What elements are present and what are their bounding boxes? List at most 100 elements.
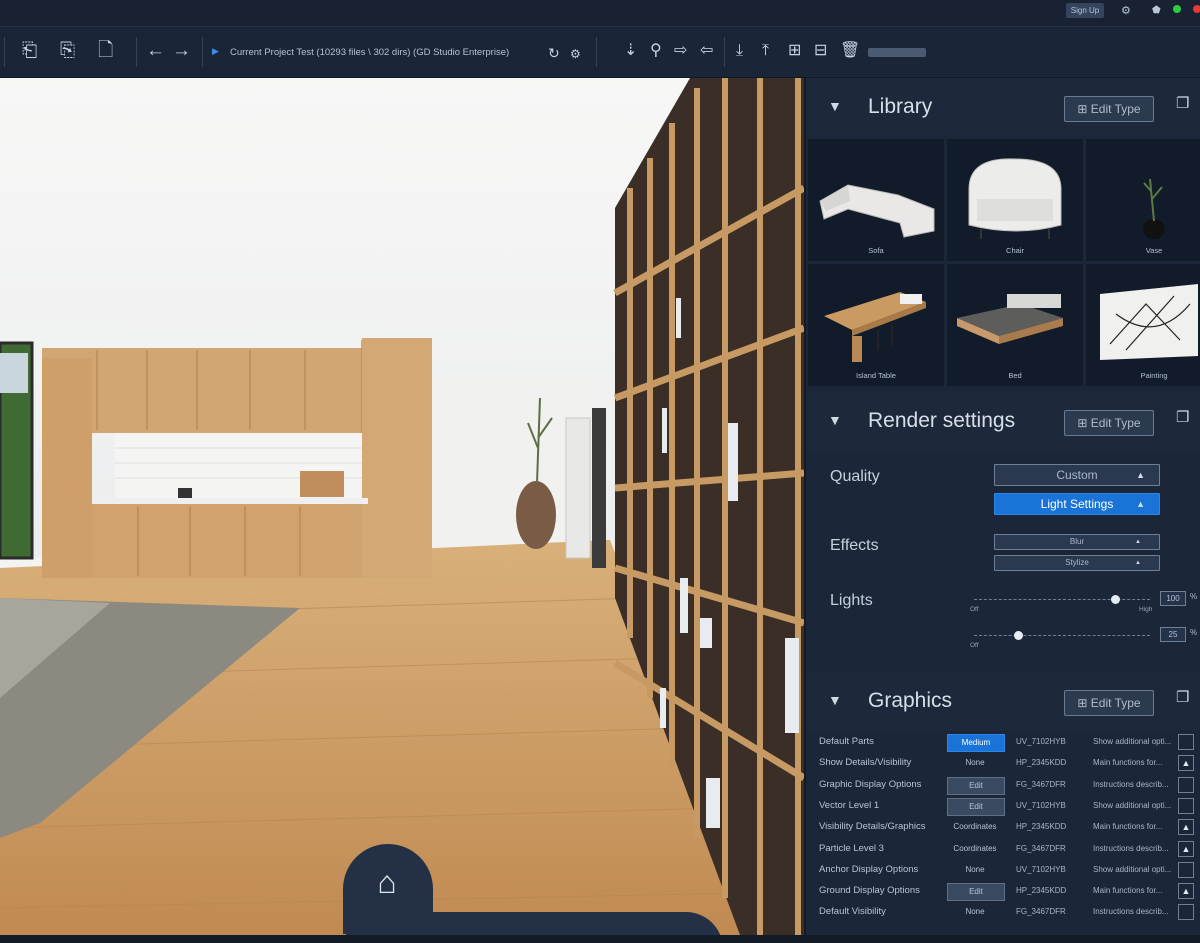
light-slider-2-track[interactable] xyxy=(974,635,1150,637)
maximize-dot[interactable] xyxy=(1173,5,1181,13)
filter-icon[interactable]: ⏷ xyxy=(535,928,579,935)
graphics-row[interactable]: Graphic Display Options Edit FG_3467DFR Ins… xyxy=(806,775,1200,796)
graphics-row[interactable]: Particle Level 3 Coordinates FG_3467DFR Ins… xyxy=(806,839,1200,860)
light-slider-1-value[interactable]: 100 xyxy=(1160,591,1186,606)
library-header[interactable]: ▼ Library ⊞ Edit Type ❐ xyxy=(806,78,1200,136)
trash-icon[interactable]: 🗑 xyxy=(840,39,860,63)
upload-tray-icon[interactable]: ⤒ xyxy=(762,39,769,63)
percent-shapes-icon[interactable]: % xyxy=(477,928,521,935)
row-value-button[interactable]: None xyxy=(947,755,1003,771)
node-graph-icon[interactable]: ⚯ xyxy=(365,928,409,935)
quality-dropdown[interactable]: Custom ▲ xyxy=(994,464,1160,486)
window-icon[interactable]: ❐ xyxy=(1176,408,1189,426)
light-slider-2-knob[interactable] xyxy=(1014,631,1023,640)
close-dot[interactable] xyxy=(1193,5,1200,13)
refresh-icon[interactable]: ↻ xyxy=(548,41,560,65)
row-code: UV_7102HYB xyxy=(1016,800,1066,810)
item-caption: Vase xyxy=(1145,246,1163,255)
settings-icon[interactable]: ⚙ xyxy=(570,42,581,66)
gear-icon[interactable]: ⚙ xyxy=(1121,4,1131,17)
row-value-button[interactable]: Medium xyxy=(947,734,1005,752)
tools-icon[interactable]: ✕ xyxy=(593,928,637,935)
wrench-gear-icon[interactable]: ⚒ xyxy=(421,928,465,935)
library-title: Library xyxy=(868,95,933,118)
library-item-sofa[interactable]: Sofa xyxy=(808,139,944,261)
light-slider-2-value[interactable]: 25 xyxy=(1160,627,1186,642)
row-checkbox[interactable] xyxy=(1178,797,1194,814)
collapse-triangle-icon[interactable]: ▼ xyxy=(828,412,842,428)
light-slider-1-knob[interactable] xyxy=(1110,595,1120,604)
effect-stylize-value: Stylize xyxy=(1065,558,1089,567)
light-slider-1-track[interactable] xyxy=(974,599,1150,601)
row-checkbox[interactable]: ▲ xyxy=(1178,840,1194,857)
sign-up-button[interactable]: Sign Up xyxy=(1066,3,1104,18)
bed-thumbnail xyxy=(957,294,1063,344)
row-value-button[interactable]: None xyxy=(947,904,1003,920)
row-value-button[interactable]: Coordinates xyxy=(947,819,1003,835)
graphics-row[interactable]: Visibility Details/Graphics Coordinates HP… xyxy=(806,817,1200,838)
row-value-button[interactable]: Coordinates xyxy=(947,841,1003,857)
graphics-header[interactable]: ▼ Graphics ⊞ Edit Type ❐ xyxy=(806,672,1200,730)
row-value-button[interactable]: None xyxy=(947,862,1003,878)
row-description: Instructions describ... xyxy=(1093,907,1169,917)
library-item-bed[interactable]: Bed xyxy=(947,264,1083,386)
row-checkbox[interactable]: ▲ xyxy=(1178,755,1194,772)
export-file-icon[interactable]: ⎘ xyxy=(60,39,75,63)
play-icon[interactable]: ▶ xyxy=(212,46,219,57)
library-item-painting[interactable]: Painting xyxy=(1086,264,1200,386)
download-tray-icon[interactable]: ⤓ xyxy=(736,39,743,63)
library-item-vase[interactable]: Vase xyxy=(1086,139,1200,261)
row-checkbox[interactable] xyxy=(1178,861,1194,878)
effect-blur-dropdown[interactable]: Blur ▲ xyxy=(994,534,1160,550)
back-icon[interactable]: ⇦ xyxy=(700,39,713,63)
row-checkbox[interactable] xyxy=(1178,734,1194,750)
row-value-button[interactable]: Edit xyxy=(947,776,1005,795)
graphics-row[interactable]: Default Parts Medium UV_7102HYB Show additi… xyxy=(806,732,1200,753)
collapse-triangle-icon[interactable]: ▼ xyxy=(828,98,842,114)
graphics-row[interactable]: Vector Level 1 Edit UV_7102HYB Show additio… xyxy=(806,796,1200,817)
split-vertical-icon[interactable]: ⊞ xyxy=(788,39,801,63)
toolbar-slider[interactable] xyxy=(868,48,926,57)
triangle-up-icon: ▲ xyxy=(1136,470,1145,480)
window-icon[interactable]: ❐ xyxy=(1176,94,1189,112)
split-horizontal-icon[interactable]: ⊟ xyxy=(814,39,827,63)
row-value-button[interactable]: Edit xyxy=(947,883,1005,902)
row-checkbox[interactable] xyxy=(1178,904,1194,921)
row-value-button[interactable]: Edit xyxy=(947,797,1005,816)
row-description: Main functions for... xyxy=(1093,758,1163,768)
arrow-left-icon[interactable]: ← xyxy=(146,39,165,63)
3d-viewport[interactable]: ⌂ ⚯ ⚒ % ⏷ ✕ ☰ xyxy=(0,78,804,935)
render-settings-header[interactable]: ▼ Render settings ⊞ Edit Type ❐ xyxy=(806,392,1200,450)
row-checkbox[interactable] xyxy=(1178,776,1194,793)
collapse-triangle-icon[interactable]: ▼ xyxy=(828,692,842,708)
library-item-chair[interactable]: Chair xyxy=(947,139,1083,261)
row-description: Main functions for... xyxy=(1093,822,1163,832)
graphics-row[interactable]: Show Details/Visibility None HP_2345KDD Mai… xyxy=(806,753,1200,774)
row-checkbox[interactable]: ▲ xyxy=(1178,883,1194,900)
import-file-icon[interactable]: ⎗ xyxy=(22,39,37,63)
graphics-row[interactable]: Default Visibility None FG_3467DFR Instruct… xyxy=(806,902,1200,923)
light-settings-dropdown[interactable]: Light Settings ▲ xyxy=(994,493,1160,515)
row-description: Show additional opti... xyxy=(1093,737,1171,746)
new-file-icon[interactable]: 🗋 xyxy=(98,39,113,63)
row-checkbox[interactable]: ▲ xyxy=(1178,819,1194,836)
arrow-right-icon[interactable]: → xyxy=(172,39,191,63)
item-caption: Chair xyxy=(1006,246,1024,255)
pin-icon[interactable]: ⚲ xyxy=(650,39,662,63)
island-table-thumbnail xyxy=(824,292,926,362)
graphics-row[interactable]: Anchor Display Options None UV_7102HYB Show… xyxy=(806,860,1200,881)
layers-down-icon[interactable]: ⇣ xyxy=(624,39,637,63)
pentagon-icon[interactable]: ⬟ xyxy=(1152,5,1161,16)
library-item-island-table[interactable]: Island Table xyxy=(808,264,944,386)
effect-stylize-dropdown[interactable]: Stylize ▲ xyxy=(994,555,1160,571)
render-edit-type-button[interactable]: ⊞ Edit Type xyxy=(1064,410,1154,436)
triangle-up-icon: ▲ xyxy=(1135,560,1141,566)
forward-icon[interactable]: ⇨ xyxy=(674,39,687,63)
graphics-edit-type-button[interactable]: ⊞ Edit Type xyxy=(1064,690,1154,716)
row-name: Graphic Display Options xyxy=(819,778,922,790)
graphics-row[interactable]: Ground Display Options Edit HP_2345KDD Main… xyxy=(806,881,1200,902)
home-icon[interactable]: ⌂ xyxy=(365,860,409,904)
library-edit-type-button[interactable]: ⊞ Edit Type xyxy=(1064,96,1154,122)
checklist-icon[interactable]: ☰ xyxy=(653,928,697,935)
window-icon[interactable]: ❐ xyxy=(1176,688,1189,706)
